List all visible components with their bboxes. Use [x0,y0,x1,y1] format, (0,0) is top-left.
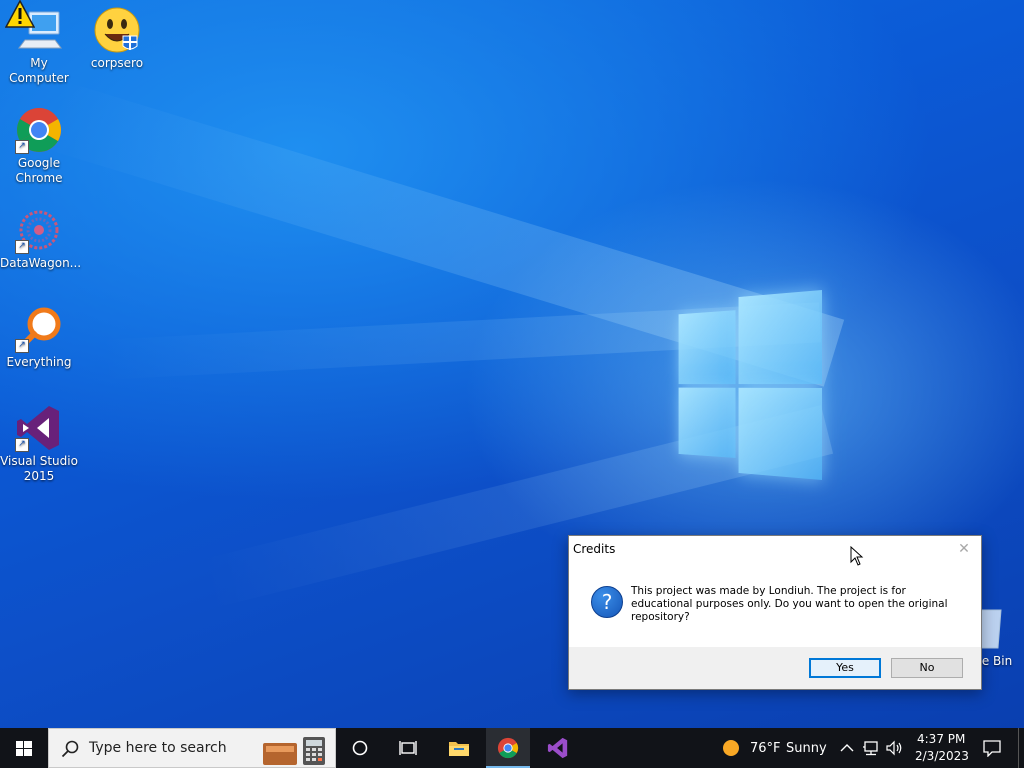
folder-icon [449,742,469,756]
clock-time: 4:37 PM [917,732,966,746]
dialog-button-bar: Yes No [569,647,981,689]
taskbar: Type here to search 76°F Sunny 4:37 PM 2… [0,728,1024,768]
search-highlight-illustration-icon [263,737,325,765]
mouse-cursor-icon [850,546,864,566]
chevron-up-icon [840,744,854,752]
warning-icon [5,0,35,28]
desktop-icon-google-chrome[interactable]: ↗ Google Chrome [0,106,78,186]
desktop-icon-label: My Computer [9,56,69,85]
search-placeholder: Type here to search [89,740,227,756]
task-view-button[interactable] [388,728,428,768]
dialog-title: Credits [573,542,616,556]
desktop-icon-label: Google Chrome [15,156,63,185]
desktop-icon-label: Everything [6,355,72,369]
cortana-button[interactable] [340,728,380,768]
visual-studio-icon: ↗ [15,404,63,452]
weather-temperature: 76°F [750,741,781,756]
desktop-icon-corpsero[interactable]: corpsero [78,6,156,71]
credits-dialog: Credits ✕ ? This project was made by Lon… [568,535,982,690]
visual-studio-icon [547,737,568,759]
search-icon [61,740,79,758]
volume-button[interactable] [884,728,906,768]
everything-search-icon: ↗ [15,305,63,353]
cortana-circle-icon [352,740,368,756]
shortcut-arrow-icon: ↗ [15,140,29,154]
windows-start-icon [16,741,32,756]
desktop-icon-label: DataWagon... [0,256,82,270]
dialog-message: This project was made by Londiuh. The pr… [631,585,948,623]
question-icon: ? [591,586,623,618]
smiley-icon [93,6,141,54]
clock-date: 2/3/2023 [915,749,969,763]
weather-widget[interactable]: 76°F Sunny [716,728,828,768]
taskbar-search-box[interactable]: Type here to search [48,728,336,768]
notification-icon [983,740,1001,757]
shortcut-arrow-icon: ↗ [15,438,29,452]
network-icon [863,741,878,756]
desktop-icon-datawagon[interactable]: ↗ DataWagon... [0,206,82,271]
taskbar-file-explorer[interactable] [436,728,480,768]
desktop-icon-label: e Bin [981,654,1013,668]
windows-logo-graphic [678,290,822,480]
desktop-icon-my-computer[interactable]: My Computer [0,0,78,86]
close-icon[interactable]: ✕ [955,540,973,558]
shortcut-arrow-icon: ↗ [15,240,29,254]
speaker-icon [886,740,902,756]
sun-icon [723,740,739,756]
no-button[interactable]: No [891,658,963,678]
start-button[interactable] [0,728,48,768]
desktop-icon-everything[interactable]: ↗ Everything [0,305,78,370]
yes-button[interactable]: Yes [809,658,881,678]
taskbar-chrome[interactable] [486,728,530,768]
action-center-button[interactable] [978,728,1008,768]
clock[interactable]: 4:37 PM 2/3/2023 [908,728,972,768]
desktop-icon-visual-studio[interactable]: ↗ Visual Studio 2015 [0,404,78,484]
chrome-icon: ↗ [15,106,63,154]
desktop-icon-label: Visual Studio 2015 [0,454,78,483]
taskbar-visual-studio[interactable] [536,728,580,768]
chrome-icon [497,737,519,759]
show-hidden-icons-button[interactable] [838,728,856,768]
network-button[interactable] [860,728,882,768]
shortcut-arrow-icon: ↗ [15,339,29,353]
desktop-icon-label: corpsero [90,56,144,70]
weather-description: Sunny [786,741,827,756]
computer-icon [5,0,63,54]
task-view-icon [399,741,417,755]
datawagon-icon: ↗ [15,206,63,254]
show-desktop-button[interactable] [1018,728,1024,768]
